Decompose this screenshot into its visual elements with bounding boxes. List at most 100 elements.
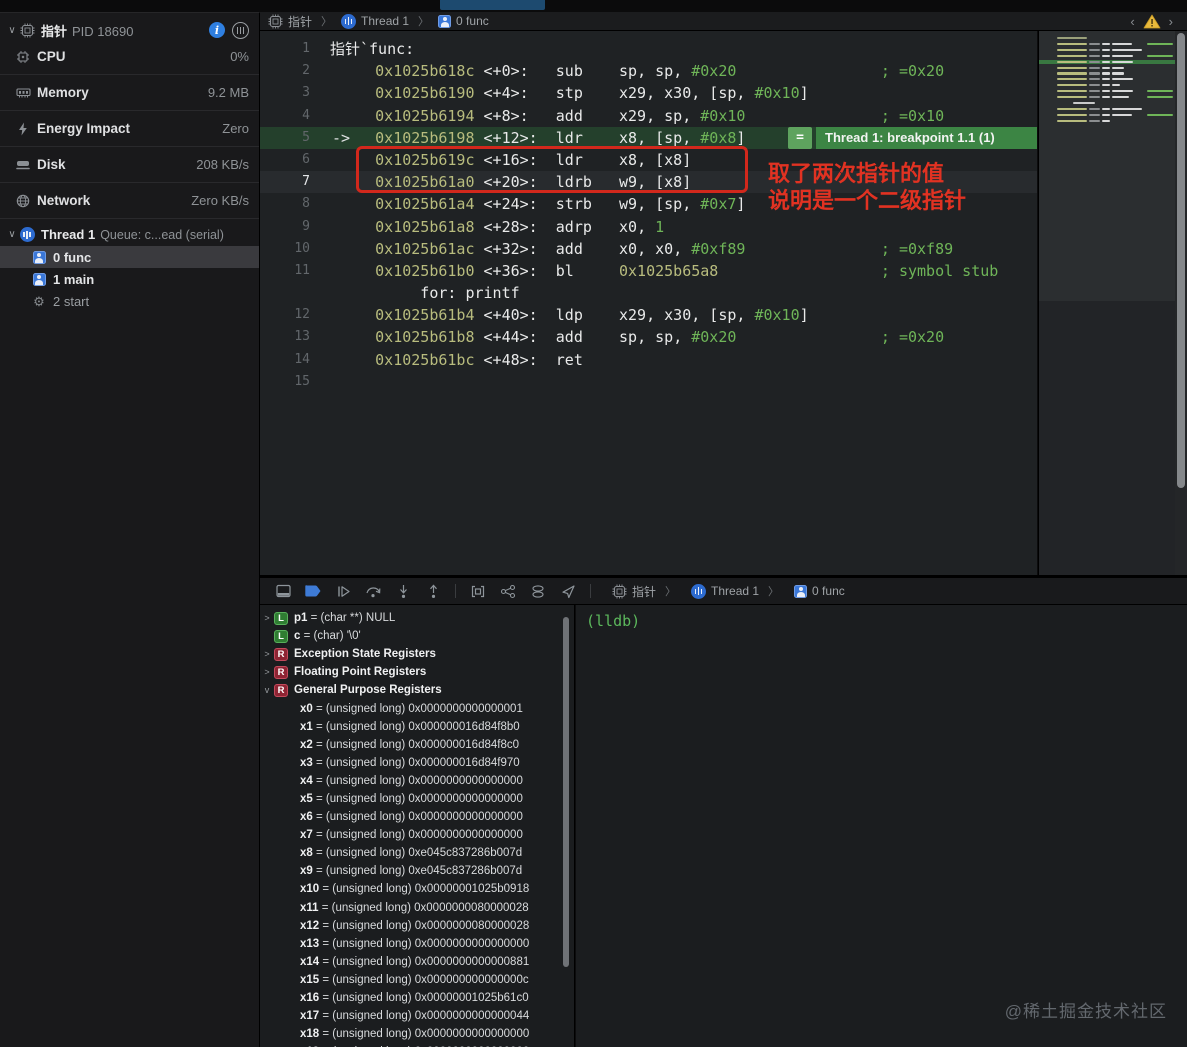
- minimap-bar: [1089, 113, 1100, 116]
- operand-token: , [: [637, 195, 665, 214]
- variables-view[interactable]: > Lp1 = (char **) NULL Lc = (char) '\0' > R E…: [260, 605, 575, 1047]
- editor-scrollbar[interactable]: [1175, 31, 1187, 575]
- disclosure-icon[interactable]: ∨: [6, 25, 18, 36]
- editor-minimap[interactable]: [1038, 31, 1176, 575]
- simulate-location-icon[interactable]: [555, 581, 581, 601]
- register-row[interactable]: x10 = (unsigned long) 0x00000001025b0918: [260, 880, 574, 898]
- process-row[interactable]: ∨ 指针 PID 18690 i: [0, 17, 259, 43]
- code-line[interactable]: 9 0x1025b61a8 <+28>: adrp x0, 1: [260, 216, 1037, 238]
- register-row[interactable]: x4 = (unsigned long) 0x0000000000000000: [260, 772, 574, 790]
- code-line[interactable]: 12 0x1025b61b4 <+40>: ldp x29, x30, [sp,…: [260, 304, 1037, 326]
- register-value: = (unsigned long) 0x00000001025b0918: [319, 883, 530, 896]
- gauge-row-network[interactable]: Network Zero KB/s: [0, 187, 259, 214]
- local-variable-row[interactable]: Lc = (char) '\0': [260, 627, 574, 645]
- register-row[interactable]: x2 = (unsigned long) 0x000000016d84f8c0: [260, 736, 574, 754]
- register-row[interactable]: x14 = (unsigned long) 0x0000000000000881: [260, 953, 574, 971]
- register-row[interactable]: x17 = (unsigned long) 0x0000000000000044: [260, 1007, 574, 1025]
- register-row[interactable]: x19 = (unsigned long) 0x0000000000000000: [260, 1043, 574, 1047]
- hide-debug-area-icon[interactable]: [270, 581, 296, 601]
- code-line[interactable]: 14 0x1025b61bc <+48>: ret: [260, 349, 1037, 371]
- minimap-bar: [1147, 96, 1173, 99]
- editor-scrollbar-thumb[interactable]: [1177, 33, 1185, 488]
- register-row[interactable]: x9 = (unsigned long) 0xe045c837286b007d: [260, 862, 574, 880]
- step-out-icon[interactable]: [420, 581, 446, 601]
- disclosure-icon[interactable]: >: [260, 649, 274, 659]
- operand-token: 0x1025b65a8: [619, 261, 719, 280]
- register-row[interactable]: x5 = (unsigned long) 0x0000000000000000: [260, 790, 574, 808]
- breakpoint-equals-badge[interactable]: =: [788, 126, 812, 149]
- breadcrumb-item[interactable]: Thread 1: [341, 13, 409, 29]
- line-number: 13: [294, 329, 310, 345]
- breakpoints-toggle-icon[interactable]: [300, 581, 326, 601]
- step-into-icon[interactable]: [390, 581, 416, 601]
- view-hierarchy-icon[interactable]: [465, 581, 491, 601]
- code-line[interactable]: 3 0x1025b6190 <+4>: stp x29, x30, [sp, #…: [260, 82, 1037, 104]
- register-group-row[interactable]: > R Exception State Registers: [260, 645, 574, 663]
- disclosure-icon[interactable]: >: [260, 613, 274, 623]
- variables-scrollbar-thumb[interactable]: [563, 617, 569, 967]
- toolbar-separator: [590, 584, 591, 598]
- breadcrumb-item[interactable]: Thread 1: [691, 583, 759, 599]
- register-row[interactable]: x6 = (unsigned long) 0x0000000000000000: [260, 808, 574, 826]
- memory-graph-icon[interactable]: [495, 581, 521, 601]
- register-row[interactable]: x11 = (unsigned long) 0x0000000080000028: [260, 899, 574, 917]
- register-group-row[interactable]: > R Floating Point Registers: [260, 663, 574, 681]
- lldb-console[interactable]: (lldb): [576, 605, 1187, 1047]
- code-line[interactable]: 15: [260, 371, 1037, 393]
- breadcrumb-item[interactable]: 指针: [268, 13, 312, 30]
- register-row[interactable]: x16 = (unsigned long) 0x00000001025b61c0: [260, 989, 574, 1007]
- line-content: 指针`func:: [310, 38, 414, 60]
- breakpoint-label[interactable]: Thread 1: breakpoint 1.1 (1): [816, 126, 1037, 149]
- breadcrumb-item[interactable]: 0 func: [794, 584, 845, 598]
- gauge-row-cpu[interactable]: CPU 0%: [0, 43, 259, 70]
- local-variable-row[interactable]: > Lp1 = (char **) NULL: [260, 609, 574, 627]
- disclosure-icon[interactable]: ∨: [6, 229, 18, 240]
- register-row[interactable]: x8 = (unsigned long) 0xe045c837286b007d: [260, 844, 574, 862]
- register-row[interactable]: x7 = (unsigned long) 0x0000000000000000: [260, 826, 574, 844]
- environment-overrides-icon[interactable]: [525, 581, 551, 601]
- process-label: 指针 PID 18690: [41, 23, 134, 39]
- breadcrumb-item[interactable]: 指针: [612, 583, 656, 600]
- gauge-value: 208 KB/s: [196, 157, 249, 172]
- variables-scrollbar[interactable]: [563, 617, 570, 977]
- code-line[interactable]: 13 0x1025b61b8 <+44>: add sp, sp, #0x20 …: [260, 326, 1037, 348]
- disassembly-editor[interactable]: 1 指针`func: 2 0x1025b618c <+0>: sub sp, sp,…: [260, 31, 1037, 575]
- register-row[interactable]: x12 = (unsigned long) 0x0000000080000028: [260, 917, 574, 935]
- gauge-row-energy-impact[interactable]: Energy Impact Zero: [0, 115, 259, 142]
- disclosure-icon[interactable]: v: [260, 685, 274, 695]
- thread-row[interactable]: ∨ Thread 1 Queue: c...ead (serial): [0, 223, 259, 246]
- code-line[interactable]: 10 0x1025b61ac <+32>: add x0, x0, #0xf89…: [260, 238, 1037, 260]
- info-icon[interactable]: i: [209, 22, 225, 38]
- register-row[interactable]: x15 = (unsigned long) 0x000000000000000c: [260, 971, 574, 989]
- register-row[interactable]: x18 = (unsigned long) 0x0000000000000000: [260, 1025, 574, 1043]
- step-over-icon[interactable]: [360, 581, 386, 601]
- code-line[interactable]: 4 0x1025b6194 <+8>: add x29, sp, #0x10 ;…: [260, 105, 1037, 127]
- back-chevron-icon[interactable]: ‹: [1130, 14, 1134, 29]
- register-row[interactable]: x3 = (unsigned long) 0x000000016d84f970: [260, 754, 574, 772]
- code-line[interactable]: 2 0x1025b618c <+0>: sub sp, sp, #0x20 ; …: [260, 60, 1037, 82]
- profile-gauge-icon[interactable]: [232, 21, 249, 39]
- code-line[interactable]: 11 0x1025b61b0 <+36>: bl 0x1025b65a8 ; s…: [260, 260, 1037, 282]
- gauge-row-disk[interactable]: Disk 208 KB/s: [0, 151, 259, 178]
- register-row[interactable]: x1 = (unsigned long) 0x000000016d84f8b0: [260, 718, 574, 736]
- disclosure-icon[interactable]: >: [260, 667, 274, 677]
- breadcrumb-item[interactable]: 0 func: [438, 14, 489, 28]
- minimap-bar: [1057, 96, 1087, 99]
- warning-icon[interactable]: [1143, 14, 1161, 29]
- forward-chevron-icon[interactable]: ›: [1169, 14, 1173, 29]
- code-line[interactable]: 1 指针`func:: [260, 38, 1037, 60]
- stack-frame-0-func[interactable]: 0 func: [0, 246, 259, 268]
- stack-frame-1-main[interactable]: 1 main: [0, 268, 259, 290]
- line-content: 0x1025b618c <+0>: sub sp, sp, #0x20 ; =0…: [310, 60, 944, 82]
- register-row[interactable]: x13 = (unsigned long) 0x0000000000000000: [260, 935, 574, 953]
- register-group-row[interactable]: v R General Purpose Registers: [260, 681, 574, 699]
- stack-frame-2-start[interactable]: ⚙ 2 start: [0, 290, 259, 312]
- code-line[interactable]: for: printf: [260, 282, 1037, 304]
- gauge-row-memory[interactable]: Memory 9.2 MB: [0, 79, 259, 106]
- instruction-address: 0x1025b6198: [375, 128, 475, 147]
- instruction-mnemonic: adrp: [555, 217, 619, 236]
- instruction-address: 0x1025b618c: [375, 62, 475, 81]
- editor-tab-fragment[interactable]: [440, 0, 545, 10]
- continue-icon[interactable]: [330, 581, 356, 601]
- register-row[interactable]: x0 = (unsigned long) 0x0000000000000001: [260, 699, 574, 717]
